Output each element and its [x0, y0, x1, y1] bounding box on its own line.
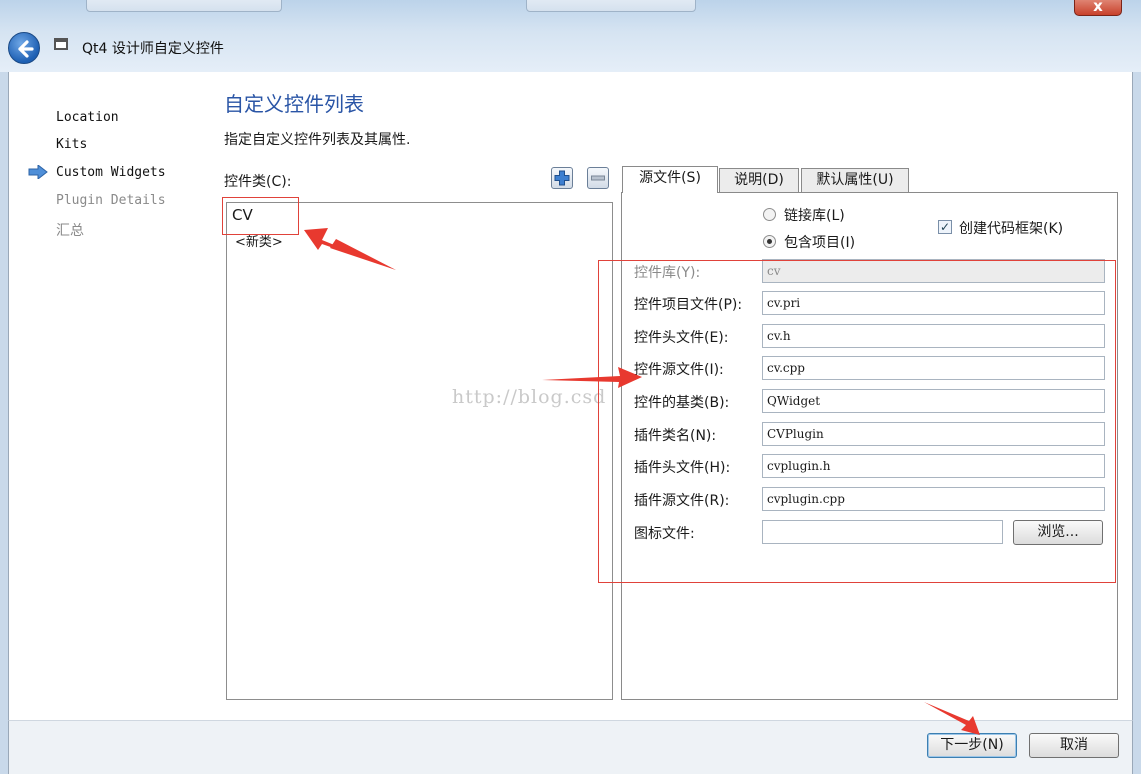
annotation-arrows: [304, 228, 980, 735]
annotation-arrow: [542, 367, 642, 388]
annotation-arrow: [924, 702, 980, 735]
annotation-arrow: [304, 228, 396, 270]
tab-source-files[interactable]: 源文件(S): [622, 166, 718, 193]
